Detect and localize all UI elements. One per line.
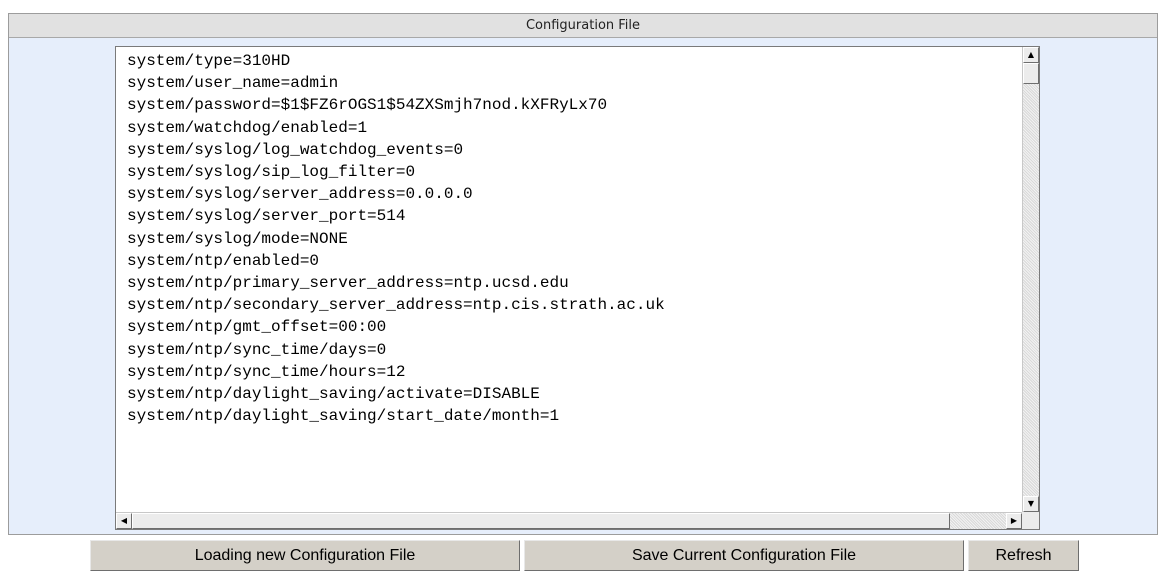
config-line: system/watchdog/enabled=1 [127,118,368,137]
config-line: system/password=$1$FZ6rOGS1$54ZXSmjh7nod… [127,96,608,115]
load-configuration-button[interactable]: Loading new Configuration File [90,540,520,571]
configuration-file-panel: Configuration File system/type=310HD sys… [8,13,1158,535]
config-line: system/ntp/primary_server_address=ntp.uc… [127,274,569,293]
horizontal-scrollbar[interactable]: ◀ ▶ [116,512,1022,529]
scrollbar-corner [1022,512,1039,529]
save-configuration-button[interactable]: Save Current Configuration File [524,540,964,571]
refresh-button[interactable]: Refresh [968,540,1079,571]
config-line: system/user_name=admin [127,74,339,93]
action-toolbar: Loading new Configuration File Save Curr… [90,540,1083,571]
vertical-scroll-thumb[interactable] [1023,63,1039,84]
config-line: system/ntp/daylight_saving/start_date/mo… [127,407,560,426]
config-line: system/syslog/mode=NONE [127,229,348,248]
config-line: system/type=310HD [127,52,291,70]
horizontal-scroll-thumb[interactable] [132,513,950,529]
scroll-down-icon[interactable]: ▼ [1023,496,1039,512]
config-line: system/ntp/sync_time/days=0 [127,340,387,359]
scroll-left-icon[interactable]: ◀ [116,513,132,529]
config-line: system/ntp/secondary_server_address=ntp.… [127,296,665,315]
config-line: system/ntp/daylight_saving/activate=DISA… [127,385,540,404]
panel-title: Configuration File [9,14,1157,38]
config-content[interactable]: system/type=310HD system/user_name=admin… [116,47,1022,512]
scroll-right-icon[interactable]: ▶ [1006,513,1022,529]
vertical-scrollbar[interactable]: ▲ ▼ [1022,47,1039,512]
config-line: system/syslog/log_watchdog_events=0 [127,140,464,159]
config-line: system/ntp/enabled=0 [127,251,320,270]
config-line: system/syslog/server_port=514 [127,207,406,226]
config-line: system/syslog/server_address=0.0.0.0 [127,185,473,204]
config-text-area[interactable]: system/type=310HD system/user_name=admin… [115,46,1040,530]
config-line: system/ntp/gmt_offset=00:00 [127,318,387,337]
config-line: system/ntp/sync_time/hours=12 [127,362,406,381]
scroll-up-icon[interactable]: ▲ [1023,47,1039,63]
config-line: system/syslog/sip_log_filter=0 [127,163,416,182]
